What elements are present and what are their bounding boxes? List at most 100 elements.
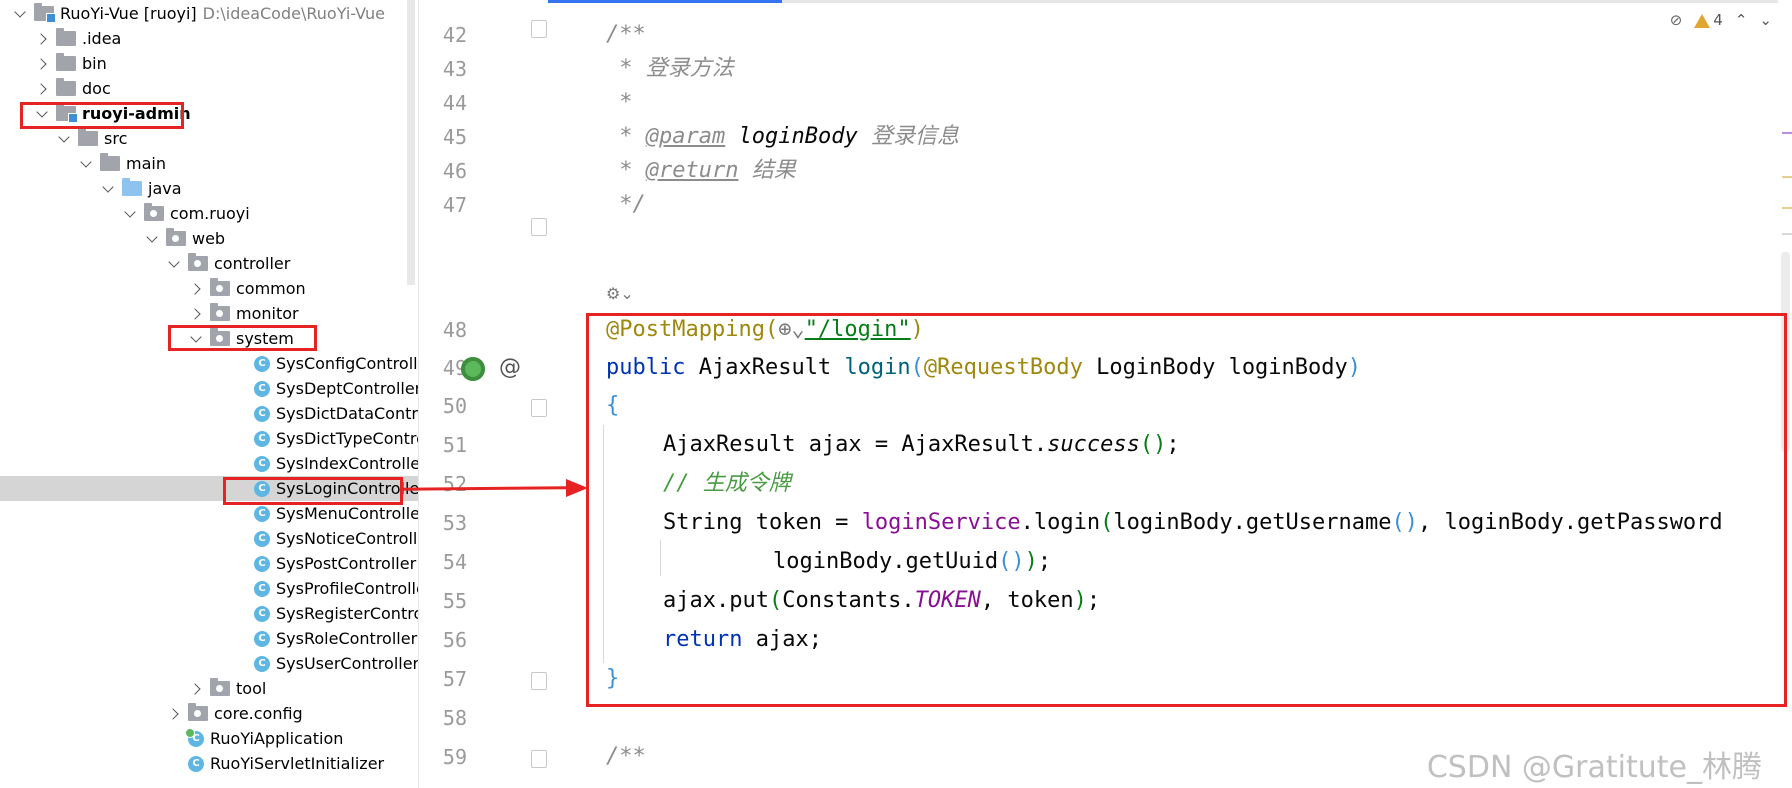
spring-endpoint-icon[interactable]: [461, 357, 485, 381]
tree-item-label: src: [104, 129, 128, 148]
chevron-right-icon[interactable]: [188, 681, 204, 697]
arrow-head: [566, 479, 588, 497]
chevron-down-icon[interactable]: [122, 206, 138, 222]
tree-item-tool[interactable]: tool: [0, 676, 418, 701]
tree-item-label: monitor: [236, 304, 299, 323]
next-highlight-icon[interactable]: ⌄: [1759, 11, 1772, 29]
scroll-mark: [1782, 233, 1792, 235]
line-number: 50: [442, 394, 467, 418]
tree-item-sysnoticecontroller[interactable]: C SysNoticeController: [0, 526, 418, 551]
tree-item-common[interactable]: common: [0, 276, 418, 301]
previous-highlight-icon[interactable]: ⌃: [1735, 11, 1748, 29]
tree-item-com-ruoyi[interactable]: com.ruoyi: [0, 201, 418, 226]
chevron-right-icon[interactable]: [34, 81, 50, 97]
tree-item-label: SysPostController: [276, 554, 417, 573]
tree-item-web[interactable]: web: [0, 226, 418, 251]
tree-item-label: SysRegisterController: [276, 604, 418, 623]
project-tree-scrollbar[interactable]: [407, 0, 415, 285]
scroll-mark: [1782, 132, 1792, 134]
tree-item-label: com.ruoyi: [170, 204, 250, 223]
tree-item-sysrolecontroller[interactable]: C SysRoleController: [0, 626, 418, 651]
inlay-hint-icon[interactable]: ⚙⌄: [606, 284, 644, 306]
tree-item-label: java: [148, 179, 182, 198]
chevron-down-icon[interactable]: [144, 231, 160, 247]
tree-item-label: RuoYi-Vue [ruoyi]: [60, 4, 197, 23]
chevron-down-icon[interactable]: [56, 131, 72, 147]
scroll-mark: [1782, 207, 1792, 209]
chevron-right-icon[interactable]: [34, 31, 50, 47]
tree-item-src[interactable]: src: [0, 126, 418, 151]
watermark: CSDN @Gratitute_林腾: [1426, 750, 1762, 785]
tree-item-ruoyi-vue-ruoyi[interactable]: RuoYi-Vue [ruoyi] D:\ideaCode\RuoYi-Vue: [0, 1, 418, 26]
class-icon: C: [254, 630, 270, 647]
project-path: D:\ideaCode\RuoYi-Vue: [202, 4, 386, 23]
inspection-status[interactable]: ⊘ 4 ⌃ ⌄: [1658, 8, 1772, 32]
tree-item-monitor[interactable]: monitor: [0, 301, 418, 326]
tree-item-idea[interactable]: .idea: [0, 26, 418, 51]
tree-item-controller[interactable]: controller: [0, 251, 418, 276]
chevron-right-icon[interactable]: [188, 306, 204, 322]
folder-icon: [56, 28, 76, 46]
tree-item-syspostcontroller[interactable]: C SysPostController: [0, 551, 418, 576]
active-tab-indicator[interactable]: [548, 0, 782, 3]
scroll-mark: [1782, 176, 1792, 178]
chevron-right-icon[interactable]: [34, 56, 50, 72]
tree-item-bin[interactable]: bin: [0, 51, 418, 76]
line-number: 42: [442, 23, 467, 47]
class-icon: C: [254, 605, 270, 622]
tree-item-sysregistercontroller[interactable]: C SysRegisterController: [0, 601, 418, 626]
tree-item-ruoyiservletinitializer[interactable]: C RuoYiServletInitializer: [0, 751, 418, 776]
warning-indicator[interactable]: 4: [1694, 11, 1723, 29]
tree-item-label: SysDictTypeController: [276, 429, 418, 448]
tree-item-java[interactable]: java: [0, 176, 418, 201]
tree-item-core-config[interactable]: core.config: [0, 701, 418, 726]
chevron-right-icon[interactable]: [166, 706, 182, 722]
tree-item-label: SysMenuController: [276, 504, 418, 523]
tree-item-sysconfigcontroller[interactable]: C SysConfigController: [0, 351, 418, 376]
line-number: 49: [442, 356, 467, 380]
tree-item-label: common: [236, 279, 306, 298]
chevron-down-icon[interactable]: [100, 181, 116, 197]
tree-item-sysdictdatacontroller[interactable]: C SysDictDataController: [0, 401, 418, 426]
folder-icon: [56, 53, 76, 71]
tree-item-sysdicttypecontroller[interactable]: C SysDictTypeController: [0, 426, 418, 451]
reader-mode-icon[interactable]: ⊘: [1670, 11, 1683, 29]
chevron-down-icon[interactable]: [166, 256, 182, 272]
highlight-box-system: [168, 325, 317, 351]
fold-icon[interactable]: [531, 20, 547, 38]
tree-item-sysindexcontroller[interactable]: C SysIndexController: [0, 451, 418, 476]
annotation-at-icon[interactable]: @: [499, 355, 521, 380]
tree-item-sysprofilecontroller[interactable]: C SysProfileController: [0, 576, 418, 601]
tree-item-sysdeptcontroller[interactable]: C SysDeptController: [0, 376, 418, 401]
fold-icon[interactable]: [531, 750, 547, 768]
fold-icon[interactable]: [531, 399, 547, 417]
tree-item-sysusercontroller[interactable]: C SysUserController: [0, 651, 418, 676]
source-folder-icon: [122, 178, 142, 196]
tree-item-label: SysUserController: [276, 654, 418, 673]
tree-item-doc[interactable]: doc: [0, 76, 418, 101]
tree-item-main[interactable]: main: [0, 151, 418, 176]
line-number: 58: [442, 706, 467, 730]
line-number: 57: [442, 667, 467, 691]
line-number: 44: [442, 91, 467, 115]
chevron-right-icon[interactable]: [188, 281, 204, 297]
chevron-down-icon[interactable]: [12, 6, 28, 22]
line-number: 48: [442, 318, 467, 342]
fold-icon[interactable]: [531, 218, 547, 236]
fold-icon[interactable]: [531, 672, 547, 690]
chevron-down-icon[interactable]: [78, 156, 94, 172]
line-number: 55: [442, 589, 467, 613]
package-icon: [188, 703, 208, 721]
tree-item-ruoyiapplication[interactable]: C RuoYiApplication: [0, 726, 418, 751]
class-icon: C: [254, 655, 270, 672]
tree-item-label: core.config: [214, 704, 303, 723]
